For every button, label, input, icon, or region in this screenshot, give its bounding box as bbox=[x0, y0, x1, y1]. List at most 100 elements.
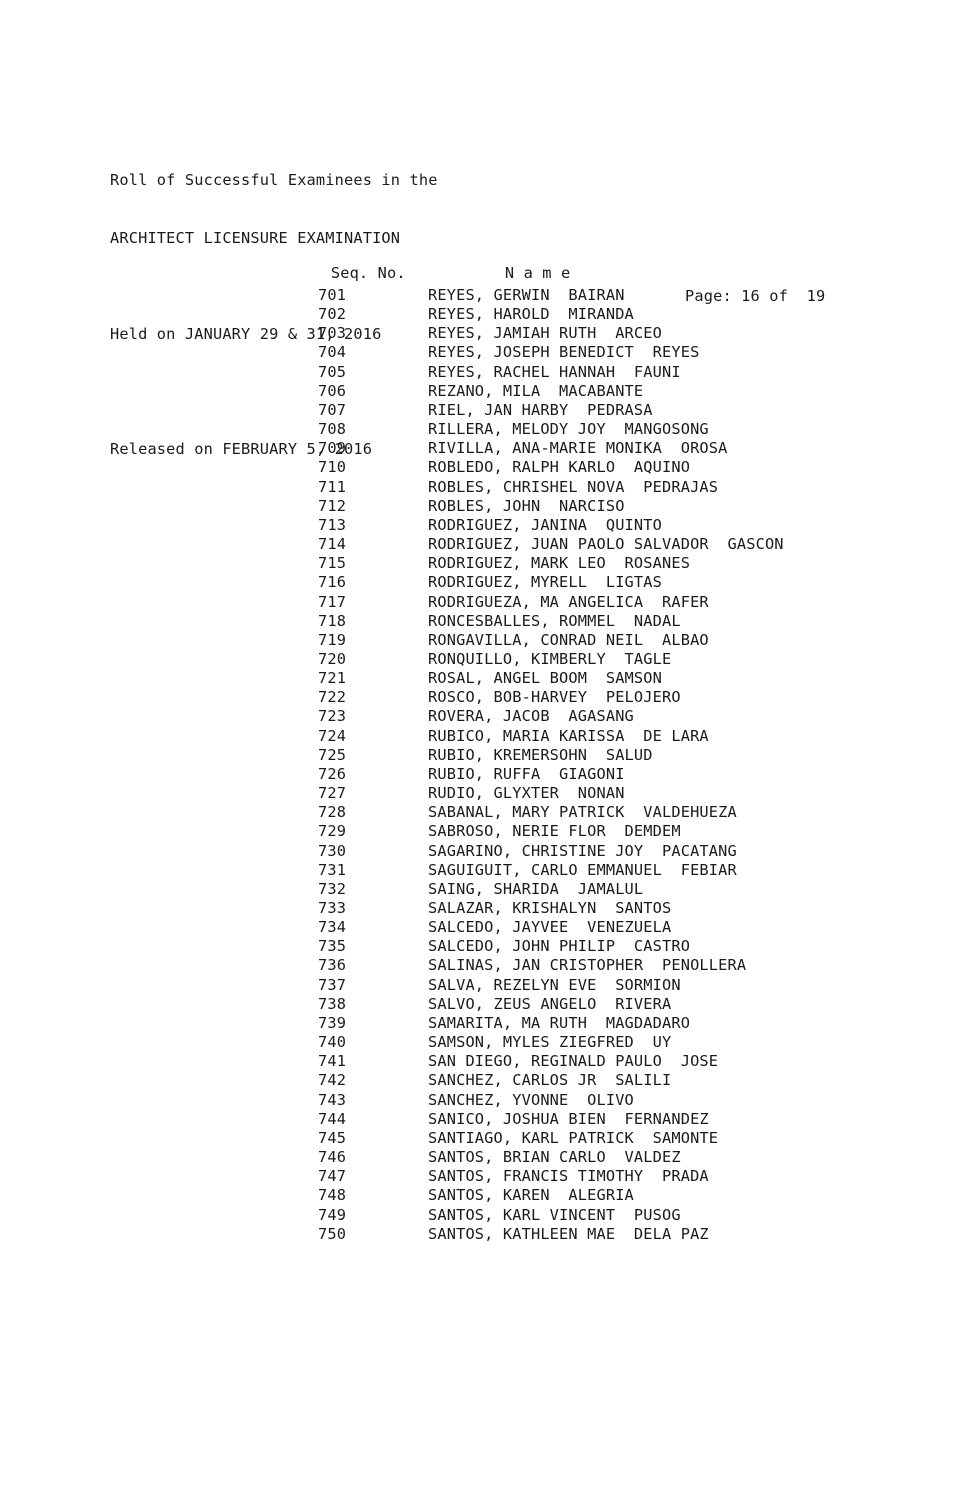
row-examinee-name: RILLERA, MELODY JOY MANGOSONG bbox=[428, 420, 709, 439]
table-row: 740 SAMSON, MYLES ZIEGFRED UY bbox=[318, 1033, 784, 1052]
row-examinee-name: RONGAVILLA, CONRAD NEIL ALBAO bbox=[428, 630, 709, 649]
row-seq-no: 712 bbox=[318, 496, 347, 515]
row-seq-no: 707 bbox=[318, 400, 347, 419]
table-row: 729 SABROSO, NERIE FLOR DEMDEM bbox=[318, 822, 784, 841]
row-seq-no: 709 bbox=[318, 439, 347, 458]
row-examinee-name: REZANO, MILA MACABANTE bbox=[428, 381, 644, 400]
row-examinee-name: ROVERA, JACOB AGASANG bbox=[428, 707, 634, 726]
row-seq-no: 711 bbox=[318, 477, 347, 496]
examinee-roll-list: 701 REYES, GERWIN BAIRAN 702 REYES, HAROLD … bbox=[318, 286, 784, 1244]
row-examinee-name: SALAZAR, KRISHALYN SANTOS bbox=[428, 899, 672, 917]
row-examinee-name: RIEL, JAN HARBY PEDRASA bbox=[428, 400, 653, 419]
row-seq-no: 747 bbox=[318, 1167, 347, 1186]
row-examinee-name: ROBLEDO, RALPH KARLO AQUINO bbox=[428, 458, 691, 477]
table-row: 711 ROBLES, CHRISHEL NOVA PEDRAJAS bbox=[318, 478, 784, 497]
row-examinee-name: SABROSO, NERIE FLOR DEMDEM bbox=[428, 822, 681, 841]
row-seq-no: 742 bbox=[318, 1071, 347, 1090]
row-seq-no: 714 bbox=[318, 535, 347, 554]
row-seq-no: 740 bbox=[318, 1033, 347, 1052]
row-examinee-name: SAING, SHARIDA JAMALUL bbox=[428, 879, 644, 898]
row-examinee-name: SALVO, ZEUS ANGELO RIVERA bbox=[428, 994, 672, 1013]
table-row: 720 RONQUILLO, KIMBERLY TAGLE bbox=[318, 650, 784, 669]
row-seq-no: 715 bbox=[318, 554, 347, 573]
row-examinee-name: RIVILLA, ANA-MARIE MONIKA OROSA bbox=[428, 439, 728, 458]
row-examinee-name: SALVA, REZELYN EVE SORMION bbox=[428, 975, 681, 994]
table-row: 738 SALVO, ZEUS ANGELO RIVERA bbox=[318, 995, 784, 1014]
table-row: 747 SANTOS, FRANCIS TIMOTHY PRADA bbox=[318, 1167, 784, 1186]
table-row: 730 SAGARINO, CHRISTINE JOY PACATANG bbox=[318, 842, 784, 861]
row-seq-no: 706 bbox=[318, 381, 347, 400]
table-row: 717 RODRIGUEZA, MA ANGELICA RAFER bbox=[318, 593, 784, 612]
row-seq-no: 729 bbox=[318, 822, 347, 841]
table-row: 712 ROBLES, JOHN NARCISO bbox=[318, 497, 784, 516]
row-examinee-name: RODRIGUEZ, JUAN PAOLO SALVADOR GASCON bbox=[428, 535, 784, 554]
column-header-name: N a m e bbox=[504, 264, 571, 283]
table-row: 701 REYES, GERWIN BAIRAN bbox=[318, 286, 784, 305]
row-examinee-name: RODRIGUEZ, MYRELL LIGTAS bbox=[428, 573, 662, 592]
row-examinee-name: ROBLES, CHRISHEL NOVA PEDRAJAS bbox=[428, 477, 719, 496]
table-row: 722 ROSCO, BOB-HARVEY PELOJERO bbox=[318, 688, 784, 707]
table-row: 709 RIVILLA, ANA-MARIE MONIKA OROSA bbox=[318, 439, 784, 458]
row-examinee-name: RUBIO, RUFFA GIAGONI bbox=[428, 764, 625, 783]
row-examinee-name: SANTOS, BRIAN CARLO VALDEZ bbox=[428, 1148, 681, 1167]
row-seq-no: 701 bbox=[318, 286, 347, 304]
row-seq-no: 702 bbox=[318, 305, 347, 324]
row-seq-no: 719 bbox=[318, 630, 347, 649]
row-examinee-name: RUDIO, GLYXTER NONAN bbox=[428, 784, 625, 803]
table-row: 741 SAN DIEGO, REGINALD PAULO JOSE bbox=[318, 1052, 784, 1071]
row-seq-no: 703 bbox=[318, 324, 347, 343]
table-row: 745 SANTIAGO, KARL PATRICK SAMONTE bbox=[318, 1129, 784, 1148]
table-row: 710 ROBLEDO, RALPH KARLO AQUINO bbox=[318, 458, 784, 477]
column-header-seq-no: Seq. No. bbox=[330, 264, 406, 283]
table-row: 732 SAING, SHARIDA JAMALUL bbox=[318, 880, 784, 899]
row-seq-no: 744 bbox=[318, 1109, 347, 1128]
row-examinee-name: RODRIGUEZA, MA ANGELICA RAFER bbox=[428, 592, 709, 611]
row-examinee-name: SANICO, JOSHUA BIEN FERNANDEZ bbox=[428, 1109, 709, 1128]
row-examinee-name: RUBICO, MARIA KARISSA DE LARA bbox=[428, 726, 709, 745]
row-seq-no: 716 bbox=[318, 573, 347, 592]
row-seq-no: 734 bbox=[318, 918, 347, 937]
row-seq-no: 723 bbox=[318, 707, 347, 726]
row-seq-no: 736 bbox=[318, 956, 347, 975]
row-examinee-name: SAGUIGUIT, CARLO EMMANUEL FEBIAR bbox=[428, 860, 737, 879]
table-row: 733 SALAZAR, KRISHALYN SANTOS bbox=[318, 899, 784, 918]
row-seq-no: 728 bbox=[318, 803, 347, 822]
table-row: 743 SANCHEZ, YVONNE OLIVO bbox=[318, 1091, 784, 1110]
row-seq-no: 730 bbox=[318, 841, 347, 860]
table-row: 742 SANCHEZ, CARLOS JR SALILI bbox=[318, 1071, 784, 1090]
row-examinee-name: SANCHEZ, YVONNE OLIVO bbox=[428, 1090, 634, 1109]
row-seq-no: 733 bbox=[318, 899, 347, 917]
table-row: 702 REYES, HAROLD MIRANDA bbox=[318, 305, 784, 324]
row-seq-no: 738 bbox=[318, 994, 347, 1013]
table-row: 737 SALVA, REZELYN EVE SORMION bbox=[318, 976, 784, 995]
row-seq-no: 732 bbox=[318, 879, 347, 898]
table-row: 718 RONCESBALLES, ROMMEL NADAL bbox=[318, 612, 784, 631]
row-examinee-name: SANTOS, FRANCIS TIMOTHY PRADA bbox=[428, 1167, 709, 1186]
table-row: 724 RUBICO, MARIA KARISSA DE LARA bbox=[318, 727, 784, 746]
table-row: 748 SANTOS, KAREN ALEGRIA bbox=[318, 1186, 784, 1205]
row-seq-no: 720 bbox=[318, 649, 347, 668]
row-seq-no: 721 bbox=[318, 669, 347, 688]
table-row: 746 SANTOS, BRIAN CARLO VALDEZ bbox=[318, 1148, 784, 1167]
table-row: 725 RUBIO, KREMERSOHN SALUD bbox=[318, 746, 784, 765]
row-examinee-name: RONQUILLO, KIMBERLY TAGLE bbox=[428, 649, 672, 668]
table-row: 714 RODRIGUEZ, JUAN PAOLO SALVADOR GASCON bbox=[318, 535, 784, 554]
row-seq-no: 704 bbox=[318, 343, 347, 362]
row-examinee-name: SANTOS, KATHLEEN MAE DELA PAZ bbox=[428, 1224, 709, 1243]
row-examinee-name: RODRIGUEZ, MARK LEO ROSANES bbox=[428, 554, 691, 573]
row-examinee-name: REYES, HAROLD MIRANDA bbox=[428, 305, 634, 324]
row-examinee-name: SANTIAGO, KARL PATRICK SAMONTE bbox=[428, 1128, 719, 1147]
table-row: 731 SAGUIGUIT, CARLO EMMANUEL FEBIAR bbox=[318, 861, 784, 880]
row-seq-no: 725 bbox=[318, 745, 347, 764]
table-row: 749 SANTOS, KARL VINCENT PUSOG bbox=[318, 1206, 784, 1225]
row-examinee-name: ROSAL, ANGEL BOOM SAMSON bbox=[428, 669, 662, 688]
row-seq-no: 731 bbox=[318, 860, 347, 879]
table-row: 735 SALCEDO, JOHN PHILIP CASTRO bbox=[318, 937, 784, 956]
row-examinee-name: ROBLES, JOHN NARCISO bbox=[428, 496, 625, 515]
table-row: 703 REYES, JAMIAH RUTH ARCEO bbox=[318, 324, 784, 343]
row-examinee-name: REYES, RACHEL HANNAH FAUNI bbox=[428, 362, 681, 381]
row-examinee-name: REYES, GERWIN BAIRAN bbox=[428, 286, 625, 304]
row-seq-no: 737 bbox=[318, 975, 347, 994]
row-seq-no: 717 bbox=[318, 592, 347, 611]
row-seq-no: 726 bbox=[318, 764, 347, 783]
